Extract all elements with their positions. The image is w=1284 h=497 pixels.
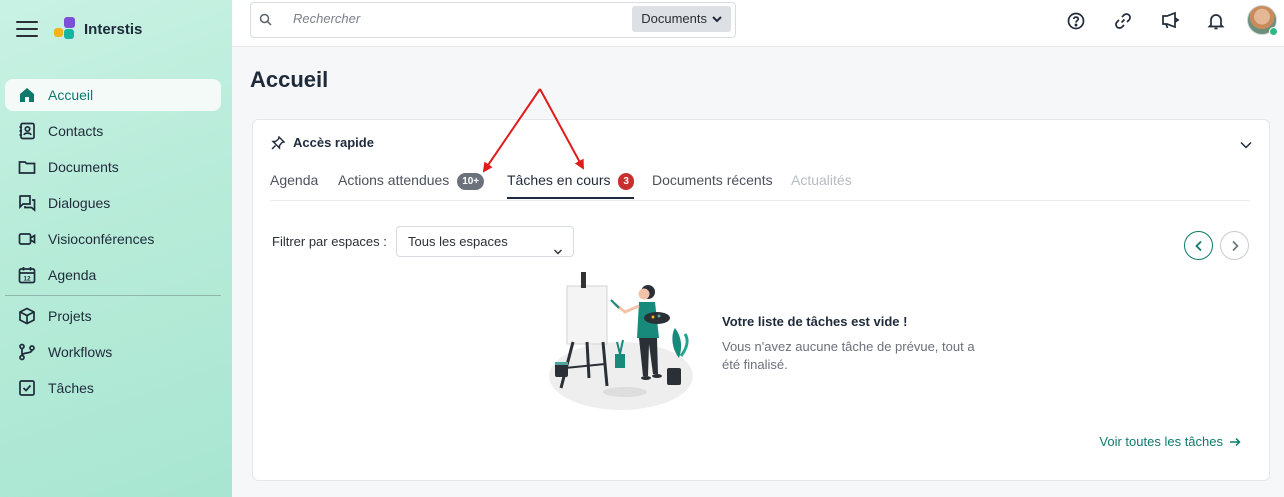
sidebar-item-label: Agenda	[48, 267, 97, 283]
app-logo[interactable]: Interstis	[54, 17, 142, 41]
search-icon	[259, 13, 272, 31]
space-filter-select[interactable]: Tous les espaces	[396, 226, 574, 257]
previous-page-button[interactable]	[1184, 231, 1213, 260]
count-badge: 3	[618, 173, 634, 190]
tab-label: Documents récents	[652, 172, 773, 188]
sidebar-item-label: Tâches	[48, 380, 94, 396]
quick-access-header: Accès rapide	[271, 135, 374, 150]
app-name: Interstis	[84, 20, 143, 38]
painter-illustration	[549, 272, 693, 410]
hamburger-icon[interactable]	[16, 18, 38, 38]
tab-agenda[interactable]: Agenda	[270, 172, 318, 199]
sidebar: Interstis Accueil Contacts Documents Dia…	[0, 0, 232, 497]
help-icon[interactable]	[1066, 11, 1086, 31]
search-input[interactable]	[291, 10, 625, 27]
calendar-icon: 12	[18, 266, 36, 284]
contacts-book-icon	[18, 122, 36, 140]
sidebar-item-accueil[interactable]: Accueil	[5, 79, 221, 111]
page-title: Accueil	[250, 67, 329, 92]
sidebar-item-workflows[interactable]: Workflows	[5, 336, 221, 368]
chevron-down-icon[interactable]	[1239, 137, 1253, 155]
online-status-dot	[1269, 27, 1278, 36]
chevron-right-icon	[1230, 240, 1240, 252]
tab-documents-recents[interactable]: Documents récents	[652, 172, 773, 199]
search-scope-dropdown[interactable]: Documents	[632, 6, 731, 32]
sidebar-item-label: Dialogues	[48, 195, 111, 211]
sidebar-item-label: Visioconférences	[48, 231, 155, 247]
chevron-left-icon	[1194, 240, 1204, 252]
sidebar-item-agenda[interactable]: 12 Agenda	[5, 259, 221, 291]
sidebar-item-dialogues[interactable]: Dialogues	[5, 187, 221, 219]
folder-icon	[18, 158, 36, 176]
filter-label: Filtrer par espaces :	[272, 234, 387, 249]
branch-icon	[18, 343, 36, 361]
next-page-button[interactable]	[1220, 231, 1249, 260]
sidebar-item-label: Documents	[48, 159, 119, 175]
tab-label: Actualités	[791, 172, 852, 188]
space-filter-value: Tous les espaces	[408, 234, 508, 249]
sidebar-item-label: Contacts	[48, 123, 104, 139]
cube-icon	[18, 307, 36, 325]
sidebar-item-label: Workflows	[48, 344, 113, 360]
quick-access-title: Accès rapide	[293, 135, 374, 150]
sidebar-item-documents[interactable]: Documents	[5, 151, 221, 183]
checkbox-icon	[18, 379, 36, 397]
tab-label: Agenda	[270, 172, 319, 188]
empty-state-description: Vous n'avez aucune tâche de prévue, tout…	[722, 339, 975, 372]
empty-state-title: Votre liste de tâches est vide !	[722, 314, 908, 329]
sidebar-item-contacts[interactable]: Contacts	[5, 115, 221, 147]
search-box: Documents	[250, 2, 736, 38]
sidebar-item-label: Accueil	[48, 87, 94, 103]
tab-actualites: Actualités	[791, 172, 852, 199]
pin-icon	[271, 135, 285, 150]
tab-label: Tâches en cours	[507, 172, 611, 188]
video-camera-icon	[18, 230, 36, 248]
tab-label: Actions attendues	[338, 172, 450, 188]
chevron-down-icon	[553, 237, 563, 266]
sidebar-item-visioconferences[interactable]: Visioconférences	[5, 223, 221, 255]
bell-icon[interactable]	[1206, 11, 1226, 31]
see-all-tasks-link[interactable]: Voir toutes les tâches	[1099, 434, 1241, 449]
arrow-right-icon	[1229, 437, 1241, 447]
megaphone-icon[interactable]	[1160, 11, 1180, 31]
chat-icon	[18, 194, 36, 212]
quick-access-card: Accès rapide Agenda Actions attendues 10…	[252, 119, 1270, 481]
top-bar: Documents	[232, 0, 1284, 47]
sidebar-divider	[5, 295, 221, 296]
chevron-down-icon	[711, 14, 723, 24]
tab-actions-attendues[interactable]: Actions attendues 10+	[338, 172, 485, 199]
search-scope-label: Documents	[641, 11, 707, 26]
sidebar-item-label: Projets	[48, 308, 92, 324]
sidebar-item-projets[interactable]: Projets	[5, 300, 221, 332]
sidebar-item-taches[interactable]: Tâches	[5, 372, 221, 404]
count-badge: 10+	[457, 173, 485, 190]
logo-mark-icon	[54, 17, 78, 41]
quick-access-tabs: Agenda Actions attendues 10+ Tâches en c…	[270, 172, 1250, 201]
see-all-tasks-label: Voir toutes les tâches	[1099, 434, 1223, 449]
link-icon[interactable]	[1113, 11, 1133, 31]
sidebar-nav: Accueil Contacts Documents Dialogues Vis…	[5, 79, 221, 408]
svg-text:12: 12	[23, 276, 31, 283]
home-icon	[18, 86, 36, 104]
tab-taches-en-cours[interactable]: Tâches en cours 3	[507, 172, 634, 199]
